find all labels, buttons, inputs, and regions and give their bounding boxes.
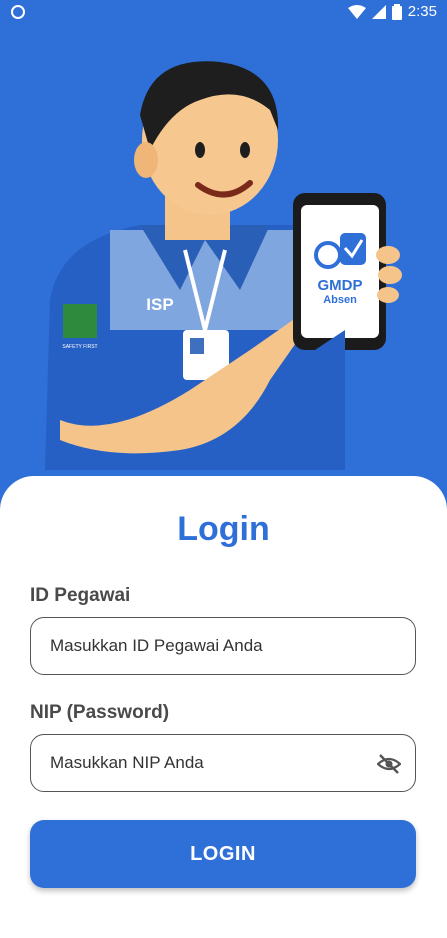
notification-dot-icon: [11, 5, 25, 19]
nip-password-input[interactable]: [31, 735, 350, 791]
login-card: Login ID Pegawai NIP (Password) LOGIN: [0, 476, 447, 938]
id-pegawai-input[interactable]: [31, 618, 350, 674]
wifi-icon: [347, 4, 366, 19]
status-bar: 2:35: [0, 0, 447, 26]
eye-off-icon[interactable]: [377, 752, 401, 776]
nip-password-label: NIP (Password): [30, 702, 170, 723]
nip-password-field[interactable]: [30, 734, 416, 792]
battery-icon: [391, 3, 402, 20]
status-icons: 2:35: [347, 3, 437, 20]
badge-text: SAFETY FIRST: [62, 344, 97, 350]
login-button[interactable]: LOGIN: [30, 820, 416, 888]
phone-app-sub: Absen: [323, 294, 357, 306]
status-time: 2:35: [407, 3, 437, 20]
login-title: Login: [177, 510, 270, 548]
phone-app-name: GMDP: [318, 277, 363, 294]
signal-icon: [371, 4, 386, 19]
hero-illustration: SAFETY FIRST ISP GMDP Absen: [45, 61, 402, 470]
id-pegawai-label: ID Pegawai: [30, 585, 131, 606]
id-pegawai-field[interactable]: [30, 617, 416, 675]
shirt-text: ISP: [146, 295, 173, 314]
